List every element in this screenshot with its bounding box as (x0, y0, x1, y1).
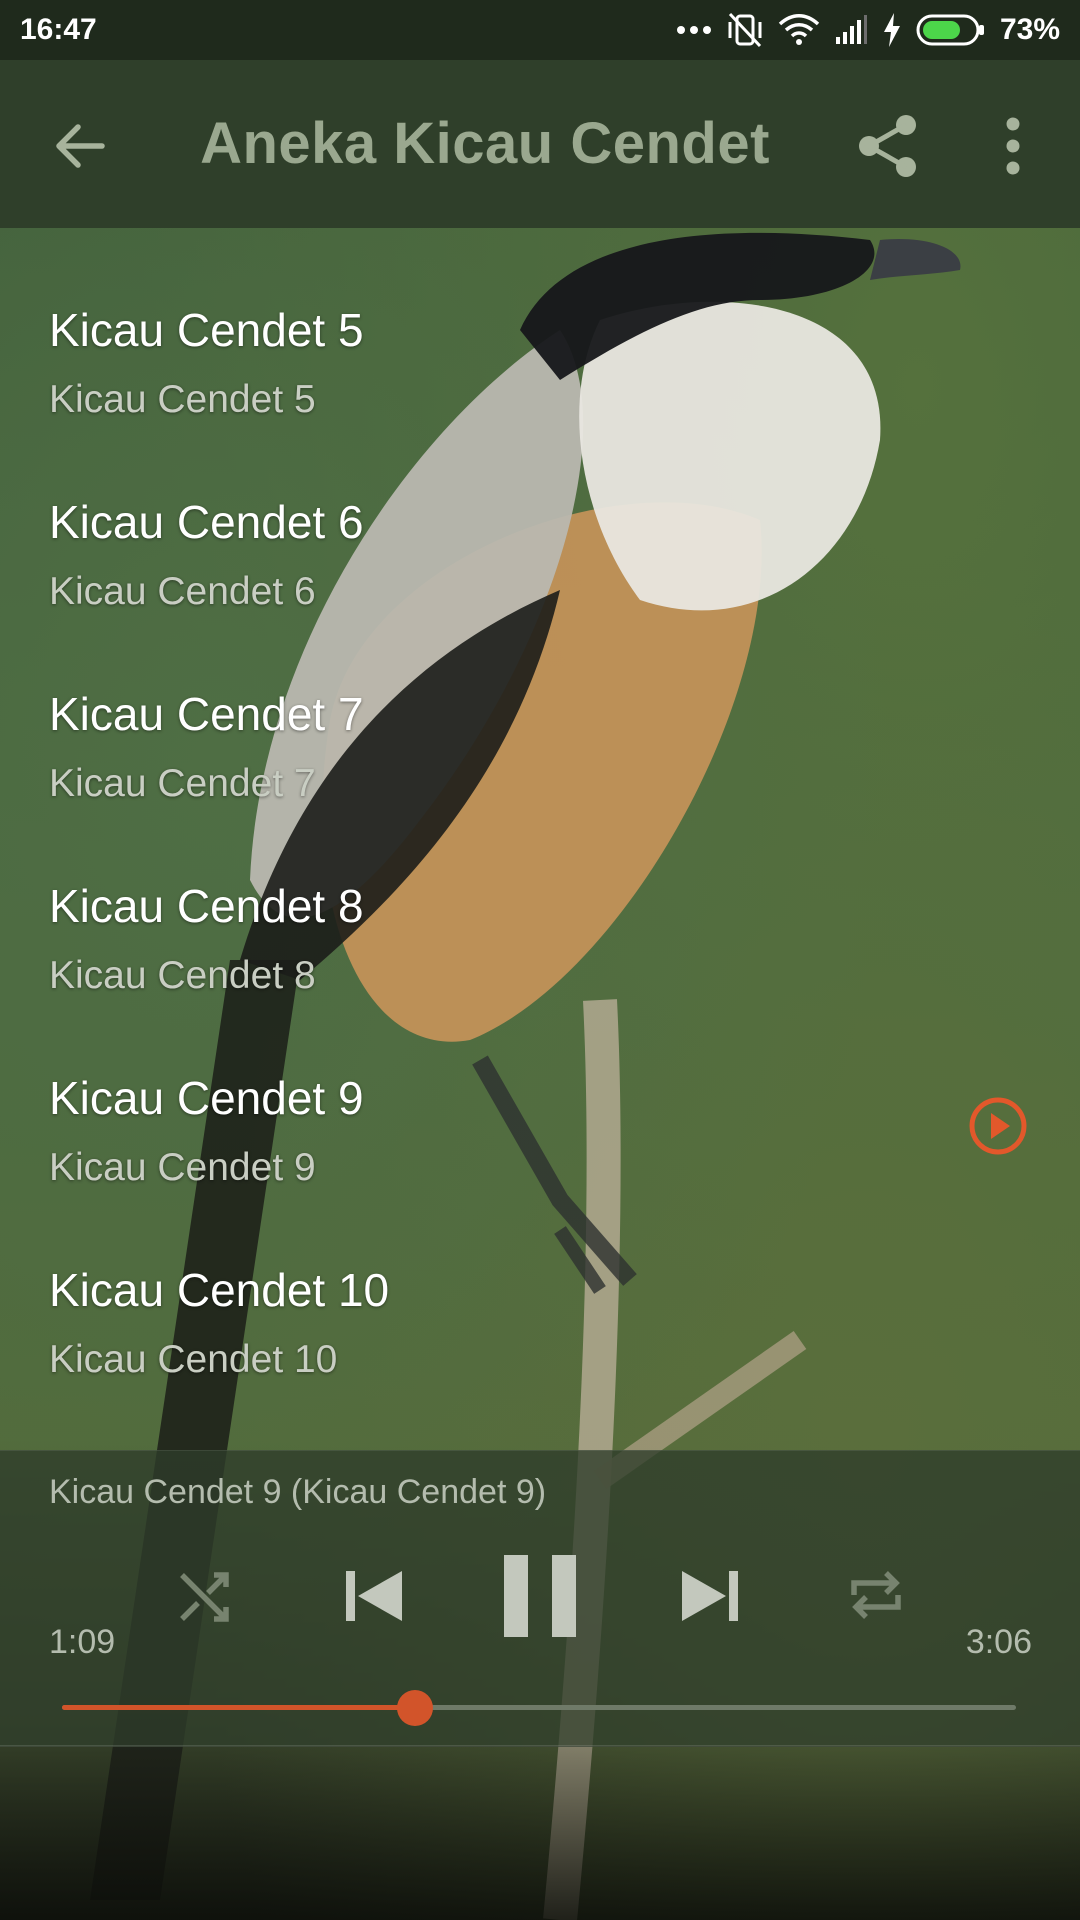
cell-signal-icon (835, 15, 867, 44)
track-title: Kicau Cendet 8 (49, 880, 364, 932)
track-item[interactable]: Kicau Cendet 8 Kicau Cendet 8 (0, 804, 1080, 997)
track-item[interactable]: Kicau Cendet 5 Kicau Cendet 5 (0, 228, 1080, 421)
seek-progress (62, 1705, 415, 1710)
track-title: Kicau Cendet 7 (49, 688, 364, 740)
status-icons: 73% (676, 12, 1060, 48)
repeat-button[interactable] (846, 1565, 906, 1625)
status-time: 16:47 (20, 13, 97, 46)
track-title: Kicau Cendet 10 (49, 1264, 390, 1316)
more-vert-icon[interactable] (996, 116, 1030, 176)
track-item[interactable]: Kicau Cendet 7 Kicau Cendet 7 (0, 612, 1080, 805)
track-title: Kicau Cendet 5 (49, 304, 364, 356)
shuffle-icon (180, 1572, 229, 1622)
battery-percent: 73% (999, 13, 1060, 46)
track-subtitle: Kicau Cendet 8 (49, 954, 316, 997)
pause-icon (504, 1555, 576, 1637)
next-button[interactable] (674, 1561, 744, 1631)
track-item-playing[interactable]: Kicau Cendet 9 Kicau Cendet 9 (0, 996, 1080, 1189)
play-circle-icon[interactable] (968, 1096, 1028, 1156)
track-subtitle: Kicau Cendet 9 (49, 1146, 316, 1189)
seek-thumb[interactable] (396, 1690, 433, 1726)
repeat-icon (851, 1571, 901, 1619)
previous-button[interactable] (340, 1561, 410, 1631)
more-dots-icon (676, 26, 711, 34)
bottom-shade (0, 1746, 1080, 1920)
shuffle-button[interactable] (176, 1565, 236, 1625)
seek-bar[interactable] (62, 1690, 1016, 1726)
player-panel: Kicau Cendet 9 (Kicau Cendet 9) 1:09 3:0… (0, 1450, 1080, 1747)
page-title: Aneka Kicau Cendet (200, 111, 770, 176)
battery-icon (916, 14, 984, 46)
track-subtitle: Kicau Cendet 5 (49, 378, 316, 421)
share-icon[interactable] (858, 114, 918, 178)
charging-icon (883, 13, 900, 47)
status-bar: 16:47 73% (0, 0, 1080, 60)
skip-next-icon (682, 1571, 738, 1621)
elapsed-time: 1:09 (49, 1623, 116, 1661)
track-subtitle: Kicau Cendet 6 (49, 570, 316, 613)
track-subtitle: Kicau Cendet 10 (49, 1338, 338, 1381)
vibrate-off-icon (728, 12, 762, 48)
now-playing-label: Kicau Cendet 9 (Kicau Cendet 9) (49, 1473, 547, 1511)
track-item[interactable]: Kicau Cendet 6 Kicau Cendet 6 (0, 420, 1080, 613)
pause-button[interactable] (502, 1551, 578, 1641)
app-screen: 16:47 73% Aneka Kicau Cendet Kicau Cende… (0, 0, 1080, 1920)
skip-previous-icon (346, 1571, 402, 1621)
track-subtitle: Kicau Cendet 7 (49, 762, 316, 805)
total-duration: 3:06 (965, 1623, 1032, 1661)
track-list: Kicau Cendet 5 Kicau Cendet 5 Kicau Cend… (0, 228, 1080, 1381)
wifi-icon (778, 14, 820, 45)
track-item[interactable]: Kicau Cendet 10 Kicau Cendet 10 (0, 1188, 1080, 1381)
track-title: Kicau Cendet 9 (49, 1072, 364, 1124)
app-bar: Aneka Kicau Cendet (0, 60, 1080, 228)
track-title: Kicau Cendet 6 (49, 496, 364, 548)
